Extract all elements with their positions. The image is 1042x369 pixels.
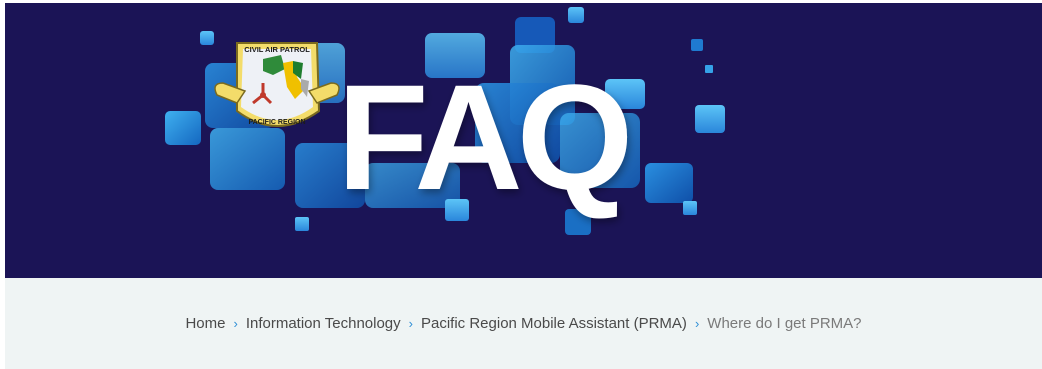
svg-text:CIVIL AIR PATROL: CIVIL AIR PATROL	[244, 45, 310, 54]
svg-text:FAQ: FAQ	[337, 53, 628, 221]
faq-title: FAQ	[337, 53, 634, 221]
breadcrumb-home-link[interactable]: Home	[185, 315, 225, 332]
breadcrumb-current-page: Where do I get PRMA?	[707, 315, 862, 332]
breadcrumb-separator-icon: ›	[408, 316, 413, 331]
page: CIVIL AIR PATROL PACIFIC REGION FAQ Home…	[0, 0, 1042, 369]
hero-banner: CIVIL AIR PATROL PACIFIC REGION FAQ	[5, 3, 1042, 278]
breadcrumb-separator-icon: ›	[233, 316, 238, 331]
breadcrumb: Home › Information Technology › Pacific …	[5, 278, 1042, 369]
breadcrumb-prma-link[interactable]: Pacific Region Mobile Assistant (PRMA)	[421, 315, 687, 332]
breadcrumb-separator-icon: ›	[694, 316, 700, 331]
svg-text:PACIFIC REGION: PACIFIC REGION	[248, 119, 305, 126]
faq-banner-graphic: CIVIL AIR PATROL PACIFIC REGION FAQ	[165, 7, 725, 235]
breadcrumb-information-technology-link[interactable]: Information Technology	[246, 315, 401, 332]
